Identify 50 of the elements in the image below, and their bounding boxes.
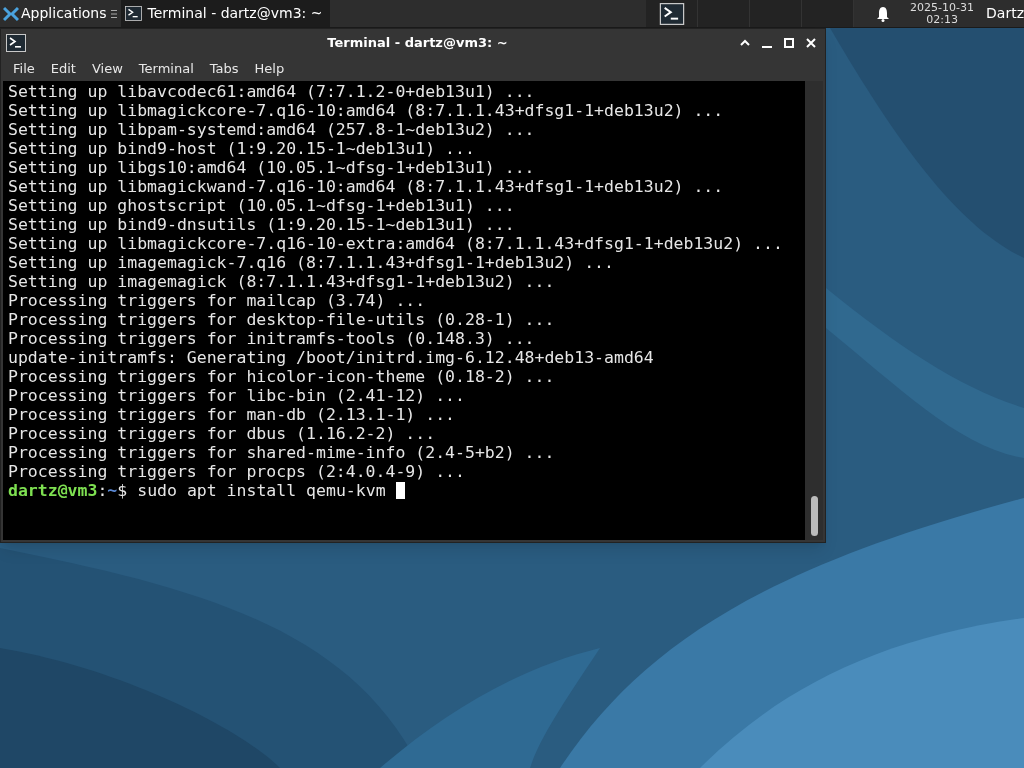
- scrollbar[interactable]: [805, 81, 823, 540]
- terminal-line: Processing triggers for man-db (2.13.1-1) ...: [8, 405, 457, 424]
- workspace-button[interactable]: [646, 0, 699, 27]
- maximize-icon[interactable]: [783, 37, 795, 49]
- terminal-line: Setting up bind9-host (1:9.20.15-1~deb13u1) ...: [8, 139, 476, 158]
- prompt-symbol: $: [117, 481, 128, 500]
- terminal-line: Setting up imagemagick (8:7.1.1.43+dfsg1-1+deb13u2) ...: [8, 272, 556, 291]
- menu-item[interactable]: Tabs: [201, 59, 247, 79]
- menu-item[interactable]: View: [83, 59, 131, 79]
- terminal-line: Setting up libmagickwand-7.q16-10:amd64 (8:7.1.1.43+dfsg1-1+deb13u2) ...: [8, 177, 725, 196]
- terminal-line: Processing triggers for mailcap (3.74) ...: [8, 291, 427, 310]
- menu-dots-icon: [110, 8, 117, 19]
- bell-icon[interactable]: [876, 5, 891, 22]
- terminal-line: Setting up ghostscript (10.05.1~dfsg-1+deb13u1) ...: [8, 196, 516, 215]
- taskbar-button[interactable]: Terminal - dartz@vm3: ~: [120, 0, 331, 27]
- terminal-line: update-initramfs: Generating /boot/initrd.img-6.12.48+deb13-amd64: [8, 348, 655, 367]
- window-title: Terminal - dartz@vm3: ~: [326, 34, 509, 53]
- terminal-line: Setting up libgs10:amd64 (10.05.1~dfsg-1+deb13u1) ...: [8, 158, 536, 177]
- prompt-path: ~: [107, 481, 118, 500]
- applications-menu[interactable]: Applications: [0, 0, 120, 27]
- clock-date: 2025-10-31: [910, 1, 975, 14]
- terminal-line: Processing triggers for desktop-file-utils (0.28-1) ...: [8, 310, 556, 329]
- menu-item[interactable]: File: [5, 59, 43, 79]
- terminal-icon: [658, 2, 685, 25]
- terminal-line: Setting up imagemagick-7.q16 (8:7.1.1.43+dfsg1-1+deb13u2) ...: [8, 253, 615, 272]
- prompt-user-host: dartz@vm3: [8, 481, 98, 500]
- terminal-line: Processing triggers for procps (2:4.0.4-9) ...: [8, 462, 466, 481]
- menu-item[interactable]: Terminal: [130, 59, 202, 79]
- clock-time: 02:13: [926, 13, 958, 26]
- terminal-line: Processing triggers for dbus (1.16.2-2) ...: [8, 424, 437, 443]
- terminal-icon: [6, 34, 26, 52]
- text-cursor: [395, 482, 405, 499]
- terminal-line: Setting up bind9-dnsutils (1:9.20.15-1~deb13u1) ...: [8, 215, 516, 234]
- terminal-line: Setting up libmagickcore-7.q16-10-extra:amd64 (8:7.1.1.43+dfsg1-1+deb13u2) ...: [8, 234, 784, 253]
- terminal-line: Setting up libmagickcore-7.q16-10:amd64 (8:7.1.1.43+dfsg1-1+deb13u2) ...: [8, 101, 725, 120]
- terminal-line: Setting up libpam-systemd:amd64 (257.8-1~deb13u2) ...: [8, 120, 536, 139]
- scrollbar-thumb[interactable]: [810, 496, 818, 536]
- terminal-line: Processing triggers for hicolor-icon-theme (0.18-2) ...: [8, 367, 556, 386]
- user-name[interactable]: Dartz: [986, 3, 1024, 24]
- terminal-icon: [124, 6, 142, 21]
- clock[interactable]: 2025-10-31 02:13: [910, 1, 975, 26]
- menu-item[interactable]: Edit: [42, 59, 84, 79]
- terminal-line: Setting up libavcodec61:amd64 (7:7.1.2-0+deb13u1) ...: [8, 82, 536, 101]
- terminal-line: Processing triggers for shared-mime-info (2.4-5+b2) ...: [8, 443, 556, 462]
- prompt-separator: :: [97, 481, 108, 500]
- terminal-line: Processing triggers for initramfs-tools (0.148.3) ...: [8, 329, 536, 348]
- command-text: sudo apt install qemu-kvm: [137, 481, 386, 500]
- menu-item[interactable]: Help: [246, 59, 293, 79]
- terminal-line: Processing triggers for libc-bin (2.41-12) ...: [8, 386, 466, 405]
- close-icon[interactable]: [805, 37, 817, 49]
